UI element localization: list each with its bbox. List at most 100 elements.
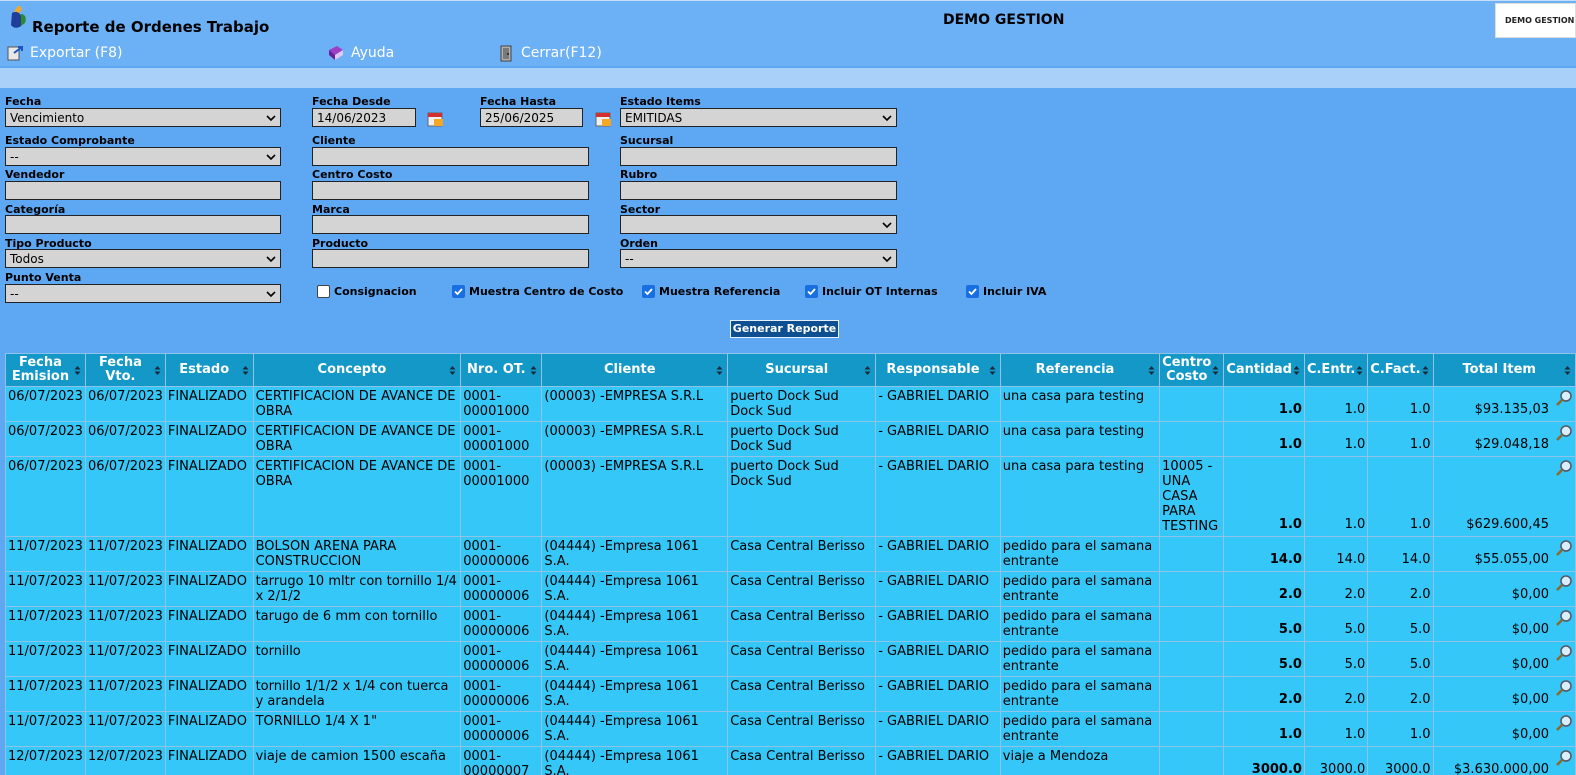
- magnifier-icon[interactable]: [1555, 749, 1573, 767]
- magnifier-icon[interactable]: [1555, 539, 1573, 557]
- sort-icon[interactable]: [74, 365, 81, 376]
- centro-costo-input[interactable]: [312, 181, 589, 200]
- iva-checkbox[interactable]: Incluir IVA: [966, 285, 1046, 298]
- column-header[interactable]: Total Item: [1432, 353, 1576, 387]
- sucursal-input[interactable]: [620, 147, 897, 166]
- magnifier-icon[interactable]: [1555, 459, 1573, 477]
- table-cell: viaje de camion 1500 escaña: [252, 746, 462, 775]
- marca-input[interactable]: [312, 215, 589, 234]
- vendedor-input[interactable]: [5, 181, 281, 200]
- generate-report-button[interactable]: Generar Reporte: [730, 320, 839, 338]
- punto-venta-label: Punto Venta: [5, 271, 82, 284]
- sort-icon[interactable]: [716, 365, 723, 376]
- checkbox-box[interactable]: [452, 285, 465, 298]
- cell-text: Casa Central Berisso: [730, 749, 865, 764]
- sort-icon[interactable]: [989, 365, 996, 376]
- cell-text: una casa para testing: [1002, 389, 1145, 404]
- checkbox-box[interactable]: [642, 285, 655, 298]
- producto-input[interactable]: [312, 249, 589, 268]
- cell-text: (04444) -Empresa 1061 S.A.: [544, 539, 699, 569]
- cliente-input[interactable]: [312, 147, 589, 166]
- column-header[interactable]: Concepto: [252, 353, 462, 387]
- cell-text: - GABRIEL DARIO: [878, 644, 990, 659]
- cell-text: CERTIFICACION DE AVANCE DE OBRA: [255, 424, 456, 454]
- checkbox-box[interactable]: [317, 285, 330, 298]
- consignacion-checkbox[interactable]: Consignacion: [317, 285, 417, 298]
- table-cell: $0,00: [1432, 571, 1576, 607]
- table-row: 11/07/2023 11/07/2023 FINALIZADO BOLSON ARE…: [5, 536, 1576, 572]
- column-header[interactable]: Sucursal: [727, 353, 877, 387]
- estado-comprobante-label: Estado Comprobante: [5, 134, 135, 147]
- magnifier-icon[interactable]: [1555, 644, 1573, 662]
- magnifier-icon[interactable]: [1555, 424, 1573, 442]
- help-button[interactable]: Ayuda: [327, 44, 394, 62]
- categoria-input[interactable]: [5, 215, 281, 234]
- sort-icon[interactable]: [1564, 365, 1571, 376]
- magnifier-icon[interactable]: [1555, 714, 1573, 732]
- magnifier-icon[interactable]: [1555, 389, 1573, 407]
- centro-costo-checkbox[interactable]: Muestra Centro de Costo: [452, 285, 623, 298]
- rubro-input[interactable]: [620, 181, 897, 200]
- column-header[interactable]: C.Entr.: [1303, 353, 1369, 387]
- cell-text: 06/07/2023: [8, 459, 83, 474]
- cell-text: 0001-00000006: [463, 539, 530, 569]
- tipo-producto-select[interactable]: Todos: [5, 249, 281, 268]
- column-header[interactable]: Centro Costo: [1159, 353, 1225, 387]
- sort-icon[interactable]: [1212, 365, 1219, 376]
- column-header-label: C.Fact.: [1370, 362, 1421, 377]
- checkbox-box[interactable]: [805, 285, 818, 298]
- orden-select[interactable]: --: [620, 249, 897, 268]
- export-button[interactable]: Exportar (F8): [6, 44, 123, 62]
- ot-internas-checkbox[interactable]: Incluir OT Internas: [805, 285, 938, 298]
- magnifier-icon[interactable]: [1555, 609, 1573, 627]
- estado-comprobante-select[interactable]: --: [5, 147, 281, 166]
- table-cell: - GABRIEL DARIO: [875, 676, 1001, 712]
- cell-text: 2.0: [1278, 587, 1302, 602]
- table-cell: 0001-00000007: [460, 746, 543, 775]
- fecha-desde-input[interactable]: [312, 108, 416, 127]
- column-header[interactable]: Nro. OT.: [460, 353, 543, 387]
- magnifier-icon[interactable]: [1555, 574, 1573, 592]
- cell-text: - GABRIEL DARIO: [878, 539, 990, 554]
- calendar-icon[interactable]: [593, 108, 615, 130]
- table-cell: $3.630.000,00: [1432, 746, 1576, 775]
- column-header[interactable]: Cantidad: [1223, 353, 1305, 387]
- sort-icon[interactable]: [1293, 365, 1300, 376]
- sort-icon[interactable]: [242, 365, 249, 376]
- sort-icon[interactable]: [154, 365, 161, 376]
- column-header[interactable]: Fecha Emision: [5, 353, 86, 387]
- fecha-hasta-input[interactable]: [480, 108, 583, 127]
- estado-items-select[interactable]: EMITIDAS: [620, 108, 897, 127]
- cell-text: Casa Central Berisso: [730, 574, 865, 589]
- table-cell: 11/07/2023: [84, 606, 166, 642]
- table-cell: 1.0: [1303, 386, 1369, 422]
- magnifier-icon[interactable]: [1555, 679, 1573, 697]
- sort-icon[interactable]: [1422, 365, 1429, 376]
- table-cell: 14.0: [1367, 536, 1434, 572]
- sector-select[interactable]: [620, 215, 897, 234]
- fecha-select[interactable]: Vencimiento: [5, 108, 281, 127]
- check-icon: [454, 288, 463, 296]
- sort-icon[interactable]: [1356, 365, 1363, 376]
- checkbox-box[interactable]: [966, 285, 979, 298]
- column-header[interactable]: Referencia: [999, 353, 1161, 387]
- sort-icon[interactable]: [1148, 365, 1155, 376]
- sort-icon[interactable]: [449, 365, 456, 376]
- cell-text: 14.0: [1336, 552, 1366, 567]
- table-cell: [1159, 536, 1225, 572]
- column-header[interactable]: Estado: [164, 353, 254, 387]
- table-cell: 11/07/2023: [5, 571, 86, 607]
- calendar-icon[interactable]: [425, 108, 447, 130]
- column-header[interactable]: Responsable: [875, 353, 1001, 387]
- sort-icon[interactable]: [864, 365, 871, 376]
- punto-venta-select[interactable]: --: [5, 284, 281, 303]
- table-cell: FINALIZADO: [164, 711, 254, 747]
- column-header[interactable]: Fecha Vto.: [84, 353, 166, 387]
- column-header[interactable]: Cliente: [541, 353, 729, 387]
- close-button[interactable]: Cerrar(F12): [497, 44, 602, 62]
- referencia-checkbox[interactable]: Muestra Referencia: [642, 285, 780, 298]
- sort-icon[interactable]: [530, 365, 537, 376]
- column-header[interactable]: C.Fact.: [1367, 353, 1434, 387]
- cell-text: $0,00: [1511, 692, 1549, 707]
- table-cell: 2.0: [1223, 676, 1305, 712]
